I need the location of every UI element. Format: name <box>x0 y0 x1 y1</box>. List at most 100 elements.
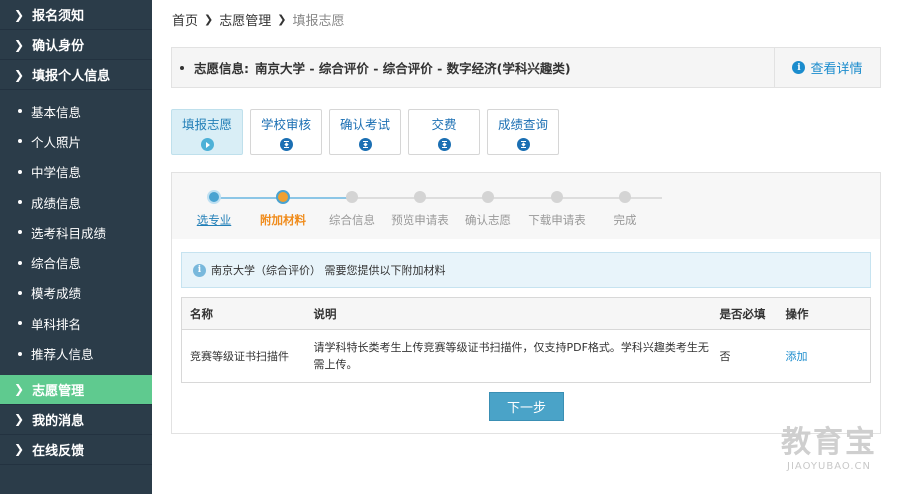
bullet-icon <box>18 230 22 235</box>
sidebar-subitem-basic-info[interactable]: 基本信息 <box>0 96 152 126</box>
chevron-right-icon: ❯ <box>14 7 25 22</box>
chevron-right-icon: ❯ <box>14 382 25 397</box>
step-label: 选专业 <box>196 213 232 227</box>
step-connector <box>283 197 352 199</box>
bullet-icon <box>18 109 22 114</box>
sidebar-item-label: 确认身份 <box>32 39 85 54</box>
step-node-current <box>276 190 290 204</box>
tab-label: 交费 <box>431 117 457 132</box>
sidebar-subitem-mock-scores[interactable]: 模考成绩 <box>0 278 152 308</box>
chevron-right-icon: ❯ <box>204 13 214 26</box>
chevron-right-icon: ❯ <box>14 37 25 52</box>
tab-score-query[interactable]: 成绩查询 <box>487 109 559 155</box>
bullet-icon <box>18 200 22 205</box>
sidebar-subitem-comprehensive[interactable]: 综合信息 <box>0 247 152 277</box>
breadcrumb: 首页 ❯ 志愿管理 ❯ 填报志愿 <box>172 10 344 29</box>
chevron-right-icon: ❯ <box>14 67 25 82</box>
hourglass-icon <box>437 138 451 151</box>
tab-label: 填报志愿 <box>181 117 232 132</box>
material-required: 否 <box>719 349 731 363</box>
sidebar-subitem-photo[interactable]: 个人照片 <box>0 126 152 156</box>
material-name: 竞赛等级证书扫描件 <box>190 349 289 363</box>
sidebar-subitem-label: 成绩信息 <box>31 195 82 211</box>
sidebar-subitem-referee[interactable]: 推荐人信息 <box>0 338 152 368</box>
notice-text: 南京大学（综合评价） 需要您提供以下附加材料 <box>211 264 446 277</box>
sidebar-subitem-subject-rank[interactable]: 单科排名 <box>0 308 152 338</box>
sidebar-submenu: 基本信息 个人照片 中学信息 成绩信息 选考科目成绩 综合信息 模考成绩 单科排… <box>0 90 152 375</box>
sidebar-subitem-label: 模考成绩 <box>31 286 82 302</box>
sidebar-item-registration-notice[interactable]: ❯ 报名须知 <box>0 0 152 30</box>
sidebar-subitem-label: 单科排名 <box>31 316 82 332</box>
bullet-icon <box>18 321 22 326</box>
step-node-todo <box>414 191 426 203</box>
bullet-icon <box>18 290 22 295</box>
add-material-link[interactable]: 添加 <box>778 330 871 383</box>
bullet-icon <box>180 65 184 70</box>
application-info-value: 南京大学 - 综合评价 - 综合评价 - 数字经济(学科兴趣类) <box>255 61 571 76</box>
step-label: 附加材料 <box>260 213 306 227</box>
step-node-todo <box>346 191 358 203</box>
view-details-link[interactable]: i 查看详情 <box>774 48 880 87</box>
sidebar-item-label: 报名须知 <box>32 9 85 24</box>
sidebar-item-online-feedback[interactable]: ❯ 在线反馈 <box>0 435 152 465</box>
watermark-domain: JIAOYUBAO.CN <box>787 461 871 472</box>
application-info-bar: 志愿信息: 南京大学 - 综合评价 - 综合评价 - 数字经济(学科兴趣类) i… <box>171 47 881 88</box>
process-tabs: 填报志愿 学校审核 确认考试 交费 成绩查询 <box>171 109 566 155</box>
play-icon <box>200 138 214 151</box>
step-node-todo <box>551 191 563 203</box>
application-info-label: 志愿信息: <box>194 61 249 76</box>
step-node-done <box>207 190 221 204</box>
material-description: 请学科特长类考生上传竞赛等级证书扫描件，仅支持PDF格式。学科兴趣类考生无 需上… <box>306 330 712 383</box>
sidebar-item-application-management[interactable]: ❯ 志愿管理 <box>0 374 152 405</box>
column-header-name: 名称 <box>181 297 306 330</box>
step-label: 完成 <box>613 213 637 227</box>
column-header-desc: 说明 <box>305 297 712 330</box>
chevron-right-icon: ❯ <box>277 13 287 26</box>
sidebar-item-label: 在线反馈 <box>32 443 85 459</box>
sidebar-subitem-high-school[interactable]: 中学信息 <box>0 157 152 187</box>
tab-label: 确认考试 <box>339 117 390 132</box>
main-panel: 选专业 附加材料 综合信息 预览申请表 确认志愿 下载申请表 完成 i 南京大学… <box>171 172 881 434</box>
step-connector <box>352 197 662 199</box>
sidebar-subitem-label: 中学信息 <box>31 165 82 181</box>
watermark-logo: 教育宝 JIAOYUBAO.CN <box>781 417 877 472</box>
sidebar-item-confirm-identity[interactable]: ❯ 确认身份 <box>0 30 152 60</box>
next-step-button[interactable]: 下一步 <box>489 392 564 421</box>
sidebar-subitem-label: 基本信息 <box>31 104 82 120</box>
sidebar: ❯ 报名须知 ❯ 确认身份 ❯ 填报个人信息 基本信息 个人照片 中学信息 成绩… <box>0 0 152 494</box>
tab-confirm-exam[interactable]: 确认考试 <box>329 109 401 155</box>
description-line: 需上传。 <box>313 358 358 371</box>
sidebar-item-label: 我的消息 <box>32 413 85 429</box>
sidebar-subitem-label: 选考科目成绩 <box>31 225 107 241</box>
sidebar-item-personal-info[interactable]: ❯ 填报个人信息 <box>0 60 152 90</box>
materials-notice: i 南京大学（综合评价） 需要您提供以下附加材料 <box>181 252 871 288</box>
breadcrumb-section[interactable]: 志愿管理 <box>219 10 271 29</box>
progress-steps: 选专业 附加材料 综合信息 预览申请表 确认志愿 下载申请表 完成 <box>172 173 880 239</box>
column-header-required: 是否必填 <box>711 297 778 330</box>
description-line: 请学科特长类考生上传竞赛等级证书扫描件，仅支持PDF格式。学科兴趣类考生无 <box>313 341 709 354</box>
table-row: 竞赛等级证书扫描件 请学科特长类考生上传竞赛等级证书扫描件，仅支持PDF格式。学… <box>182 330 871 383</box>
step-node-todo <box>482 191 494 203</box>
tab-school-review[interactable]: 学校审核 <box>250 109 322 155</box>
tab-label: 学校审核 <box>260 117 311 132</box>
hourglass-icon <box>358 138 372 151</box>
sidebar-subitem-grades[interactable]: 成绩信息 <box>0 187 152 217</box>
sidebar-subitem-elective-grades[interactable]: 选考科目成绩 <box>0 217 152 247</box>
sidebar-item-label: 志愿管理 <box>32 383 85 399</box>
tab-fill-application[interactable]: 填报志愿 <box>171 109 243 155</box>
chevron-right-icon: ❯ <box>14 412 25 427</box>
bullet-icon <box>18 351 22 356</box>
breadcrumb-home[interactable]: 首页 <box>172 10 198 29</box>
info-icon: i <box>193 263 206 277</box>
table-header-row: 名称 说明 是否必填 操作 <box>181 297 871 330</box>
sidebar-subitem-label: 综合信息 <box>31 256 82 272</box>
step-connector <box>214 197 283 199</box>
hourglass-icon <box>516 138 530 151</box>
tab-payment[interactable]: 交费 <box>408 109 480 155</box>
watermark-title: 教育宝 <box>781 425 877 460</box>
sidebar-item-my-messages[interactable]: ❯ 我的消息 <box>0 405 152 435</box>
column-header-action: 操作 <box>777 297 871 330</box>
info-icon: i <box>792 61 806 74</box>
bullet-icon <box>18 139 22 144</box>
bullet-icon <box>18 260 22 265</box>
